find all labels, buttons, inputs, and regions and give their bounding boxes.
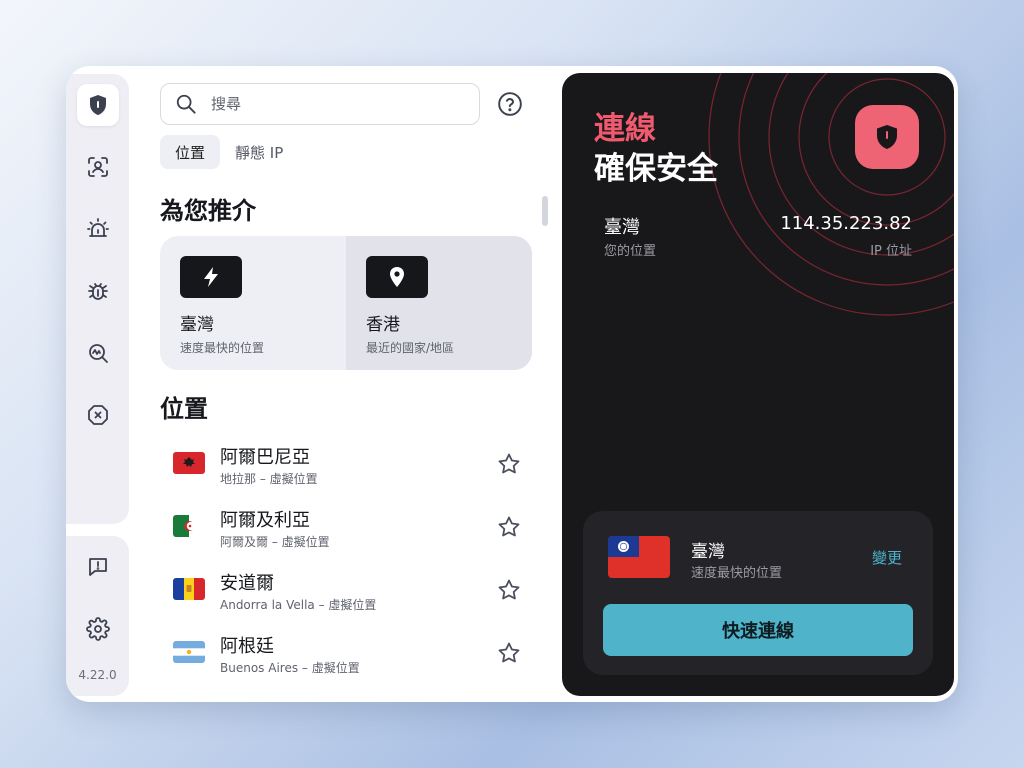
sidebar-item-alert[interactable]	[77, 208, 119, 250]
settings-button[interactable]	[77, 608, 119, 650]
sidebar-item-scan[interactable]	[77, 332, 119, 374]
location-tabs: 位置 靜態 IP	[160, 135, 298, 169]
location-pin-icon-box	[366, 256, 428, 298]
feedback-button[interactable]	[77, 546, 119, 588]
star-icon[interactable]	[497, 578, 521, 602]
quick-connect-card: 臺灣 速度最快的位置 變更 快速連線	[583, 511, 933, 675]
argentina-flag-icon	[173, 641, 205, 663]
sidebar-item-vpn[interactable]	[77, 84, 119, 126]
scrollbar-thumb[interactable]	[542, 196, 548, 226]
location-name: 阿爾巴尼亞	[220, 447, 310, 468]
lightning-icon-box	[180, 256, 242, 298]
current-location-label: 您的位置	[604, 244, 657, 259]
status-title-secure: 確保安全	[594, 151, 718, 187]
ip-address-label: IP 位址	[870, 244, 912, 259]
block-x-icon	[88, 405, 108, 425]
tab-static-ip[interactable]: 靜態 IP	[220, 135, 298, 169]
shield-icon	[877, 125, 897, 149]
sidebar-top	[66, 74, 129, 524]
recommended-card: 臺灣 速度最快的位置 香港 最近的國家/地區	[160, 236, 532, 370]
recommended-item-fastest[interactable]: 臺灣 速度最快的位置	[160, 236, 346, 370]
current-location: 臺灣	[604, 217, 640, 238]
recommended-item-sub: 速度最快的位置	[180, 341, 265, 355]
face-scan-icon	[88, 157, 108, 177]
location-list: 阿爾巴尼亞 地拉那 – 虛擬位置 阿爾及利亞 阿爾及爾 – 虛擬位置 安道爾 A…	[160, 434, 532, 686]
bug-icon	[88, 283, 108, 300]
location-name: 安道爾	[220, 573, 274, 594]
protection-badge	[855, 105, 919, 169]
star-icon[interactable]	[497, 641, 521, 665]
list-item[interactable]: 阿爾及利亞 阿爾及爾 – 虛擬位置	[160, 497, 532, 560]
search-box[interactable]	[160, 83, 480, 125]
siren-icon	[87, 218, 109, 237]
sidebar-item-antivirus[interactable]	[77, 270, 119, 312]
change-location-link[interactable]: 變更	[872, 547, 902, 568]
recommended-title: 為您推介	[160, 197, 256, 225]
location-name: 阿爾及利亞	[220, 510, 310, 531]
list-item[interactable]: 安道爾 Andorra la Vella – 虛擬位置	[160, 560, 532, 623]
help-icon[interactable]	[497, 91, 523, 117]
location-sub: 阿爾及爾 – 虛擬位置	[220, 535, 330, 549]
gear-icon	[86, 617, 110, 641]
app-window: 4.22.0 位置 靜態 IP 為您推介 臺灣 速度最快的位置 香港 最近的國家…	[66, 66, 958, 702]
recommended-item-sub: 最近的國家/地區	[366, 341, 455, 355]
selected-location-sub: 速度最快的位置	[691, 566, 783, 581]
selected-location-name: 臺灣	[691, 542, 725, 562]
location-name: 阿根廷	[220, 636, 274, 657]
sidebar-item-blocker[interactable]	[77, 394, 119, 436]
sidebar-item-identity[interactable]	[77, 146, 119, 188]
magnifier-activity-icon	[89, 344, 108, 363]
quick-connect-button[interactable]: 快速連線	[603, 604, 913, 656]
star-icon[interactable]	[497, 452, 521, 476]
star-icon[interactable]	[497, 515, 521, 539]
locations-title: 位置	[160, 395, 208, 423]
status-title-connected: 連線	[594, 111, 656, 147]
location-sub: Andorra la Vella – 虛擬位置	[220, 598, 377, 612]
lightning-icon	[204, 267, 218, 287]
ip-address: 114.35.223.82	[780, 213, 912, 234]
recommended-item-name: 香港	[366, 315, 400, 335]
location-pin-icon	[390, 267, 404, 287]
albania-flag-icon	[173, 452, 205, 474]
recommended-item-nearest[interactable]: 香港 最近的國家/地區	[346, 236, 532, 370]
list-item[interactable]: 阿爾巴尼亞 地拉那 – 虛擬位置	[160, 434, 532, 497]
recommended-item-name: 臺灣	[180, 315, 214, 335]
location-sub: Buenos Aires – 虛擬位置	[220, 661, 360, 675]
taiwan-flag-icon	[608, 536, 670, 578]
algeria-flag-icon	[173, 515, 205, 537]
location-sub: 地拉那 – 虛擬位置	[220, 472, 318, 486]
andorra-flag-icon	[173, 578, 205, 600]
shield-icon	[90, 95, 106, 115]
search-icon	[176, 94, 196, 114]
tab-locations[interactable]: 位置	[160, 135, 221, 169]
search-input[interactable]	[211, 95, 451, 113]
connection-panel: 連線 確保安全 臺灣 您的位置 114.35.223.82 IP 位址 臺灣 速…	[562, 73, 954, 696]
version-label: 4.22.0	[78, 668, 117, 682]
feedback-icon	[89, 558, 107, 576]
list-item[interactable]: 阿根廷 Buenos Aires – 虛擬位置	[160, 623, 532, 686]
